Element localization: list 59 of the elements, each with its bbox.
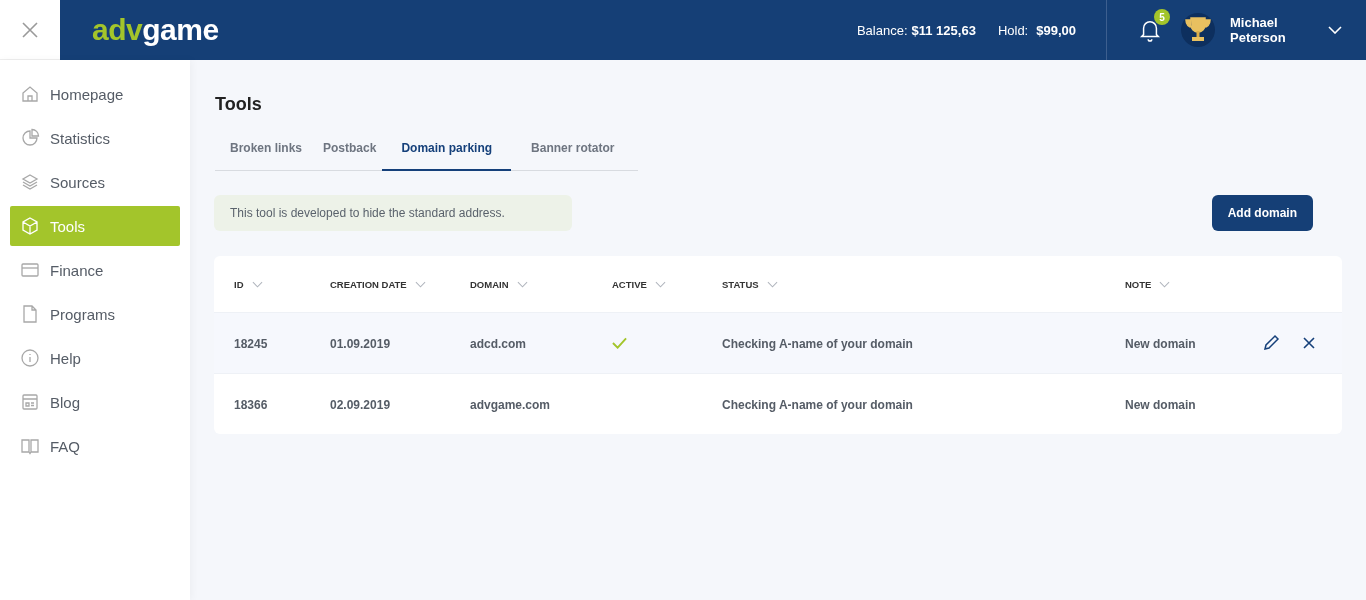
column-header[interactable]: CREATION DATE [330, 278, 407, 290]
table-cell: advgame.com [470, 398, 551, 412]
cube-icon [20, 216, 40, 236]
hold-value: $99,00 [1036, 22, 1076, 38]
sidebar-item[interactable]: Help [10, 338, 180, 378]
sort-chevron-icon[interactable] [766, 280, 778, 288]
column-header[interactable]: ID [234, 278, 244, 290]
sidebar-item[interactable]: Blog [10, 382, 180, 422]
pie-chart-icon [20, 128, 40, 148]
book-icon [20, 436, 40, 456]
table-cell: adcd.com [470, 337, 526, 351]
user-name[interactable]: Michael Peterson [1230, 15, 1300, 45]
table-cell: New domain [1125, 337, 1196, 351]
house-icon [20, 84, 40, 104]
add-domain-button[interactable]: Add domain [1211, 195, 1313, 231]
sidebar-item[interactable]: Statistics [10, 118, 180, 158]
sort-chevron-icon[interactable] [414, 280, 426, 288]
chevron-down-icon[interactable] [1328, 26, 1342, 34]
tab[interactable]: Banner rotator [511, 127, 630, 170]
table-cell: 02.09.2019 [330, 398, 391, 412]
sidebar-item[interactable]: FAQ [10, 426, 180, 466]
table-cell: 01.09.2019 [330, 337, 391, 351]
newspaper-icon [20, 392, 40, 412]
sort-chevron-icon[interactable] [1159, 280, 1171, 288]
sidebar-item[interactable]: Finance [10, 250, 180, 290]
table-cell: Checking A-name of your domain [722, 337, 913, 351]
page-title: Tools [215, 94, 263, 115]
table-row[interactable]: 18245 01.09.2019 adcd.com Checking A-name of your domain New domain [214, 312, 1342, 373]
column-header[interactable]: STATUS [722, 278, 759, 290]
sort-chevron-icon[interactable] [251, 280, 263, 288]
tab[interactable]: Domain parking [382, 127, 512, 171]
info-message: This tool is developed to hide the standard address. [214, 195, 572, 231]
card-icon [20, 260, 40, 280]
pencil-icon[interactable] [1262, 334, 1280, 352]
table-row[interactable]: 18366 02.09.2019 advgame.com Checking A-name of your domain New domain [214, 373, 1342, 434]
column-header[interactable]: NOTE [1125, 278, 1152, 290]
info-icon [20, 348, 40, 368]
table-cell: New domain [1125, 398, 1196, 412]
sidebar-item[interactable]: Programs [10, 294, 180, 334]
column-header[interactable]: ACTIVE [612, 278, 647, 290]
table-cell: 18366 [234, 398, 268, 412]
sort-chevron-icon[interactable] [654, 280, 666, 288]
sidebar-item[interactable]: Homepage [10, 74, 180, 114]
balance-label: Balance: [856, 22, 908, 38]
notification-badge: 5 [1154, 9, 1170, 25]
table-cell: 18245 [234, 337, 268, 351]
logo[interactable]: advgame [92, 13, 219, 47]
tab[interactable]: Broken links [215, 127, 318, 170]
document-icon [20, 304, 40, 324]
table-cell: Checking A-name of your domain [722, 398, 913, 412]
sidebar-item[interactable]: Sources [10, 162, 180, 202]
layers-icon [20, 172, 40, 192]
trophy-avatar-icon[interactable] [1181, 13, 1215, 47]
sort-chevron-icon[interactable] [516, 280, 528, 288]
tab[interactable]: Postback [317, 127, 383, 170]
bell-icon[interactable] [1139, 18, 1161, 42]
balance-value: $11 125,63 [911, 22, 976, 38]
column-header[interactable]: DOMAIN [470, 278, 509, 290]
hold-label: Hold: [997, 22, 1029, 38]
